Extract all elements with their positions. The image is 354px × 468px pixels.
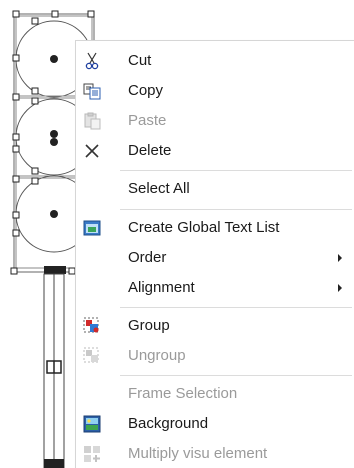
menu-item-label: Multiply visu element (128, 445, 268, 462)
menu-item-label: Paste (128, 112, 167, 129)
ungroup-icon (83, 347, 101, 365)
selection-handle-bar[interactable] (44, 266, 66, 274)
menu-item-label: Cut (128, 52, 152, 69)
menu-separator (120, 209, 352, 210)
background-icon (83, 415, 101, 433)
menu-item-frame-selection[interactable]: Frame Selection (76, 379, 354, 409)
menu-item-select-all[interactable]: Select All (76, 174, 354, 204)
menu-item-label: Frame Selection (128, 385, 238, 402)
menu-separator (120, 307, 352, 308)
menu-item-paste[interactable]: Paste (76, 106, 354, 136)
menu-item-group[interactable]: Group (76, 311, 354, 341)
menu-item-background[interactable]: Background (76, 409, 354, 439)
submenu-arrow-icon (338, 284, 342, 292)
menu-item-label: Select All (128, 180, 190, 197)
menu-item-multiply-visu-element[interactable]: Multiply visu element (76, 439, 354, 468)
menu-item-label: Alignment (128, 279, 195, 296)
menu-item-label: Delete (128, 142, 172, 159)
paste-icon (83, 112, 101, 130)
text-list-icon (83, 219, 101, 237)
menu-item-ungroup[interactable]: Ungroup (76, 341, 354, 371)
scissors-icon (83, 52, 101, 70)
menu-item-alignment[interactable]: Alignment (76, 273, 354, 303)
menu-item-copy[interactable]: Copy (76, 76, 354, 106)
group-icon (83, 317, 101, 335)
menu-item-label: Order (128, 249, 167, 266)
context-menu: Cut Copy Paste Delete Select All Create … (75, 40, 354, 468)
menu-item-label: Group (128, 317, 170, 334)
multiply-icon (83, 445, 101, 463)
menu-item-create-global-text-list[interactable]: Create Global Text List (76, 213, 354, 243)
menu-item-label: Copy (128, 82, 164, 99)
slider-element[interactable] (43, 273, 65, 468)
menu-item-label: Background (128, 415, 209, 432)
menu-item-delete[interactable]: Delete (76, 136, 354, 166)
menu-item-label: Ungroup (128, 347, 186, 364)
menu-item-cut[interactable]: Cut (76, 46, 354, 76)
delete-x-icon (83, 142, 101, 160)
menu-item-label: Create Global Text List (128, 219, 280, 236)
editor-stage: Cut Copy Paste Delete Select All Create … (0, 0, 354, 468)
submenu-arrow-icon (338, 254, 342, 262)
menu-separator (120, 375, 352, 376)
menu-separator (120, 170, 352, 171)
copy-icon (83, 82, 101, 100)
menu-item-order[interactable]: Order (76, 243, 354, 273)
